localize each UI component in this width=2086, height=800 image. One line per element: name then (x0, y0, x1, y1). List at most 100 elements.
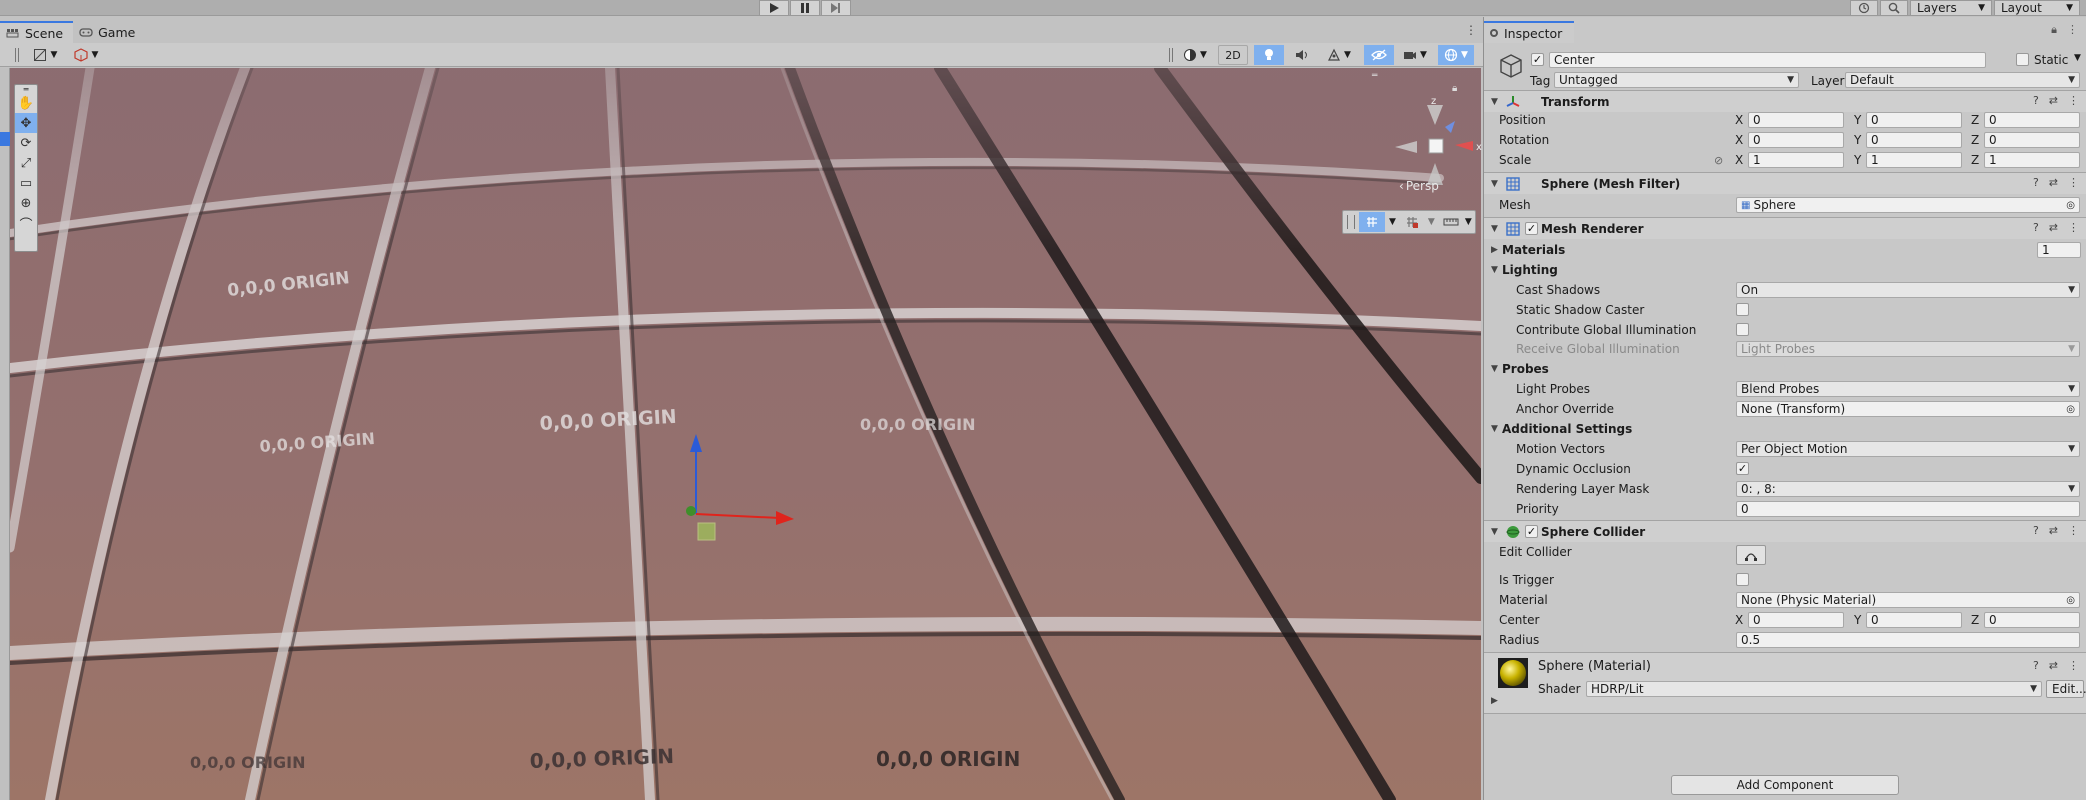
collider-material-field[interactable]: None (Physic Material) ◎ (1736, 592, 2080, 608)
pause-button[interactable] (790, 0, 820, 16)
window-menu-icon[interactable]: ⋮ (1465, 23, 1477, 37)
lock-icon[interactable]: 🔒︎ (2051, 23, 2057, 37)
rotation-y-field[interactable]: 0 (1866, 132, 1962, 148)
grid-snap-toggle[interactable] (1359, 212, 1385, 232)
component-menu-icon[interactable]: ⋮ (2068, 221, 2079, 234)
dynamic-occlusion-checkbox[interactable]: ✓ (1736, 462, 1749, 475)
object-picker-icon[interactable]: ◎ (2066, 404, 2075, 415)
radius-field[interactable]: 0.5 (1736, 632, 2080, 648)
component-menu-icon[interactable]: ⋮ (2068, 94, 2079, 107)
transform-tool[interactable]: ⊕ (15, 193, 37, 213)
object-picker-icon[interactable]: ◎ (2066, 200, 2075, 211)
layers-dropdown[interactable]: Layers ▼ (1910, 0, 1992, 16)
additional-settings-foldout[interactable]: ▼ Additional Settings (1484, 420, 2086, 438)
history-button[interactable] (1850, 0, 1878, 16)
shader-edit-button[interactable]: Edit... (2046, 680, 2086, 698)
effects-dropdown[interactable]: ▼ (1322, 45, 1356, 65)
edit-collider-tool[interactable]: ⌒ (15, 213, 37, 233)
preset-icon[interactable]: ⇄ (2049, 176, 2058, 189)
link-icon[interactable]: ⊘ (1714, 154, 1723, 167)
probes-foldout[interactable]: ▼ Probes (1484, 360, 2086, 378)
transform-component-header[interactable]: ▼ Transform ? ⇄ ⋮ (1484, 90, 2086, 112)
rect-tool[interactable]: ▭ (15, 173, 37, 193)
lighting-toggle[interactable] (1254, 45, 1284, 65)
materials-count-field[interactable]: 1 (2037, 242, 2081, 258)
tag-dropdown[interactable]: Untagged ▼ (1554, 72, 1799, 88)
component-menu-icon[interactable]: ⋮ (2068, 176, 2079, 189)
tab-inspector[interactable]: Inspector (1484, 21, 1575, 43)
position-y-field[interactable]: 0 (1866, 112, 1962, 128)
preset-icon[interactable]: ⇄ (2049, 659, 2058, 672)
layout-dropdown[interactable]: Layout ▼ (1994, 0, 2080, 16)
scale-z-field[interactable]: 1 (1984, 152, 2080, 168)
help-icon[interactable]: ? (2033, 221, 2039, 234)
shading-mode-dropdown[interactable]: ▼ (1178, 45, 1212, 65)
rendering-layer-dropdown[interactable]: 0: , 8: ▼ (1736, 481, 2080, 497)
help-icon[interactable]: ? (2033, 94, 2039, 107)
is-trigger-checkbox[interactable] (1736, 573, 1749, 586)
prefab-mode-dropdown[interactable]: ▼ (68, 45, 104, 65)
step-button[interactable] (821, 0, 851, 16)
help-icon[interactable]: ? (2033, 176, 2039, 189)
materials-foldout[interactable]: ▶ Materials 1 (1484, 241, 2086, 259)
object-name-field[interactable]: Center (1549, 52, 1986, 68)
static-checkbox[interactable] (2016, 53, 2029, 66)
priority-field[interactable]: 0 (1736, 501, 2080, 517)
help-icon[interactable]: ? (2033, 659, 2039, 672)
tab-game[interactable]: Game (73, 21, 145, 43)
camera-dropdown[interactable]: ▼ (1398, 45, 1432, 65)
scale-y-field[interactable]: 1 (1866, 152, 1962, 168)
chevron-down-icon[interactable]: ▼ (2074, 53, 2081, 63)
draw-mode-dropdown[interactable]: ▼ (26, 45, 64, 65)
overlay-menu-icon[interactable]: ═ (1372, 71, 1377, 81)
tab-scene[interactable]: Scene (0, 21, 74, 43)
preset-icon[interactable]: ⇄ (2049, 524, 2058, 537)
position-z-field[interactable]: 0 (1984, 112, 2080, 128)
help-icon[interactable]: ? (2033, 524, 2039, 537)
shader-dropdown[interactable]: HDRP/Lit ▼ (1586, 681, 2042, 697)
cast-shadows-dropdown[interactable]: On ▼ (1736, 282, 2080, 298)
center-x-field[interactable]: 0 (1748, 612, 1844, 628)
static-shadow-checkbox[interactable] (1736, 303, 1749, 316)
increment-snap-toggle[interactable] (1400, 212, 1424, 232)
lighting-foldout[interactable]: ▼ Lighting (1484, 261, 2086, 279)
center-y-field[interactable]: 0 (1866, 612, 1962, 628)
mesh-field[interactable]: ▦ Sphere ◎ (1736, 197, 2080, 213)
play-button[interactable] (759, 0, 789, 16)
add-component-button[interactable]: Add Component (1671, 775, 1899, 795)
scene-visibility-toggle[interactable] (1364, 45, 1394, 65)
fold-arrow-right-icon[interactable]: ▶ (1491, 696, 1498, 706)
contribute-gi-checkbox[interactable] (1736, 323, 1749, 336)
rotation-z-field[interactable]: 0 (1984, 132, 2080, 148)
center-z-field[interactable]: 0 (1984, 612, 2080, 628)
object-picker-icon[interactable]: ◎ (2066, 595, 2075, 606)
preset-icon[interactable]: ⇄ (2049, 221, 2058, 234)
component-menu-icon[interactable]: ⋮ (2068, 524, 2079, 537)
lock-icon[interactable]: 🔒︎ (1452, 83, 1457, 94)
ruler-toggle[interactable] (1439, 212, 1463, 232)
projection-label[interactable]: ‹ Persp (1399, 179, 1439, 193)
scene-viewport[interactable]: 0,0,0 ORIGIN 0,0,0 ORIGIN 0,0,0 ORIGIN 0… (10, 68, 1481, 800)
rotate-tool[interactable]: ⟳ (15, 133, 37, 153)
sphere-collider-enabled-checkbox[interactable]: ✓ (1525, 525, 1538, 538)
gizmos-dropdown[interactable]: ▼ (1438, 45, 1474, 65)
preset-icon[interactable]: ⇄ (2049, 94, 2058, 107)
scale-x-field[interactable]: 1 (1748, 152, 1844, 168)
sphere-collider-component-header[interactable]: ▼ ✓ Sphere Collider ? ⇄ ⋮ (1484, 520, 2086, 542)
mesh-renderer-component-header[interactable]: ▼ ✓ Mesh Renderer ? ⇄ ⋮ (1484, 217, 2086, 239)
layer-dropdown[interactable]: Default ▼ (1845, 72, 2080, 88)
component-menu-icon[interactable]: ⋮ (2068, 659, 2079, 672)
light-probes-dropdown[interactable]: Blend Probes ▼ (1736, 381, 2080, 397)
mesh-renderer-enabled-checkbox[interactable]: ✓ (1525, 222, 1538, 235)
audio-toggle[interactable] (1288, 45, 1316, 65)
mesh-filter-component-header[interactable]: ▼ Sphere (Mesh Filter) ? ⇄ ⋮ (1484, 172, 2086, 194)
hand-tool[interactable]: ✋ (15, 93, 37, 113)
motion-vectors-dropdown[interactable]: Per Object Motion ▼ (1736, 441, 2080, 457)
anchor-override-field[interactable]: None (Transform) ◎ (1736, 401, 2080, 417)
rotation-x-field[interactable]: 0 (1748, 132, 1844, 148)
search-button[interactable] (1880, 0, 1908, 16)
scale-tool[interactable]: ⤢ (15, 153, 37, 173)
material-preview-icon[interactable] (1498, 658, 1528, 688)
active-checkbox[interactable]: ✓ (1531, 53, 1544, 66)
edit-collider-button[interactable] (1736, 545, 1766, 565)
